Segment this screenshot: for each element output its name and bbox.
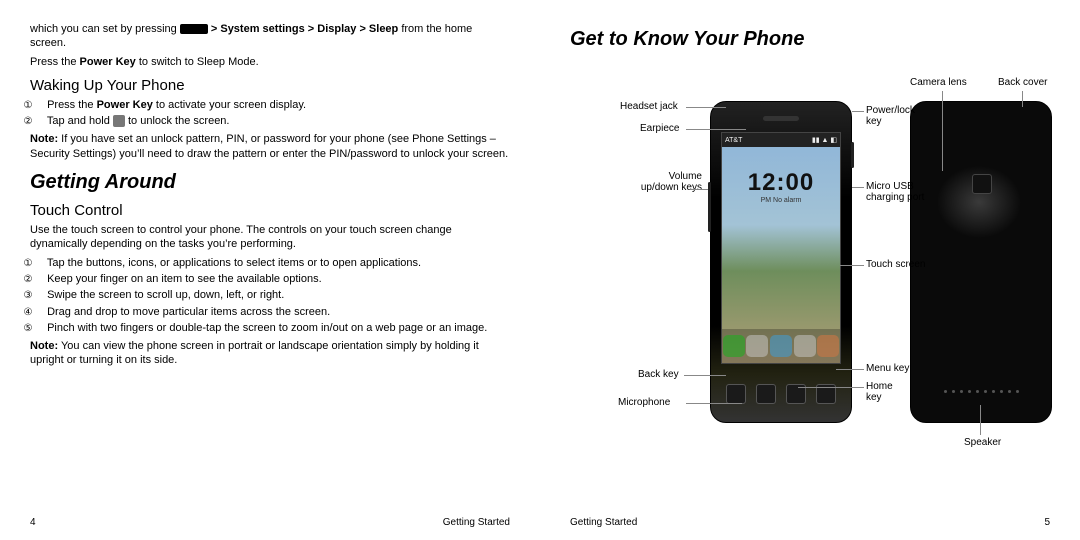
touch-step-4: ④ Drag and drop to move particular items…	[30, 305, 510, 319]
left-page: which you can set by pressing > System s…	[0, 0, 540, 540]
touch-step-1: ① Tap the buttons, icons, or application…	[30, 256, 510, 270]
press-power-line: Press the Power Key to switch to Sleep M…	[30, 55, 510, 69]
dock-icon	[794, 335, 816, 357]
right-footer: Getting Started 5	[570, 517, 1050, 528]
label-power: Power/lock key	[866, 105, 924, 127]
wake-step-1: ① Press the Power Key to activate your s…	[30, 98, 510, 112]
left-footer-text: Getting Started	[443, 517, 510, 528]
label-menu: Menu key	[866, 363, 909, 374]
clock-time: 12:00	[722, 169, 840, 197]
dock-icon	[770, 335, 792, 357]
lock-icon	[113, 115, 125, 127]
wake-note: Note: If you have set an unlock pattern,…	[30, 132, 510, 161]
dock-row	[722, 329, 840, 363]
phone-screen: AT&T ▮▮ ▲ ◧ 12:00 PM No alarm	[721, 132, 841, 364]
right-footer-text: Getting Started	[570, 517, 637, 528]
nav-buttons	[721, 376, 841, 412]
label-back: Back key	[638, 369, 679, 380]
dock-icon	[817, 335, 839, 357]
touch-step-3: ③ Swipe the screen to scroll up, down, l…	[30, 288, 510, 302]
nav-home	[756, 384, 776, 404]
volume-buttons	[708, 182, 711, 232]
label-home: Home key	[866, 381, 906, 403]
getting-around-heading: Getting Around	[30, 171, 510, 194]
phone-front: AT&T ▮▮ ▲ ◧ 12:00 PM No alarm	[710, 101, 852, 423]
label-speaker: Speaker	[964, 437, 1001, 448]
touch-step-2: ② Keep your finger on an item to see the…	[30, 272, 510, 286]
touch-control-heading: Touch Control	[30, 202, 510, 219]
label-headset: Headset jack	[620, 101, 678, 112]
intro-pre: which you can set by pressing	[30, 23, 180, 35]
label-camera: Camera lens	[910, 77, 967, 88]
status-bar: AT&T ▮▮ ▲ ◧	[722, 133, 840, 147]
dock-icon	[746, 335, 768, 357]
label-earpiece: Earpiece	[640, 123, 679, 134]
phone-diagram: AT&T ▮▮ ▲ ◧ 12:00 PM No alarm	[570, 81, 1050, 501]
intro-paragraph: which you can set by pressing > System s…	[30, 22, 510, 51]
clock-sub: PM No alarm	[722, 197, 840, 204]
orientation-note: Note: You can view the phone screen in p…	[30, 339, 510, 368]
get-to-know-heading: Get to Know Your Phone	[570, 28, 1050, 51]
label-backcover: Back cover	[998, 77, 1047, 88]
speaker-holes	[941, 390, 1021, 400]
label-mic: Microphone	[618, 397, 670, 408]
left-pageno: 4	[30, 517, 36, 528]
touch-control-paragraph: Use the touch screen to control your pho…	[30, 223, 510, 252]
power-button	[851, 142, 854, 168]
wake-step-2: ② Tap and hold to unlock the screen.	[30, 114, 510, 128]
label-usb: Micro USB charging port	[866, 181, 936, 203]
settings-icon	[180, 24, 208, 34]
dock-icon	[723, 335, 745, 357]
phone-back	[910, 101, 1052, 423]
right-pageno: 5	[1044, 517, 1050, 528]
earpiece-slot	[763, 116, 799, 121]
touch-step-5: ⑤ Pinch with two fingers or double-tap t…	[30, 321, 510, 335]
right-page: Get to Know Your Phone AT&T ▮▮ ▲ ◧ 12:00…	[540, 0, 1080, 540]
nav-back	[726, 384, 746, 404]
left-footer: 4 Getting Started	[30, 517, 510, 528]
camera-lens	[972, 174, 992, 194]
waking-heading: Waking Up Your Phone	[30, 77, 510, 94]
label-touch: Touch screen	[866, 259, 925, 270]
intro-path: > System settings > Display > Sleep	[211, 23, 401, 35]
